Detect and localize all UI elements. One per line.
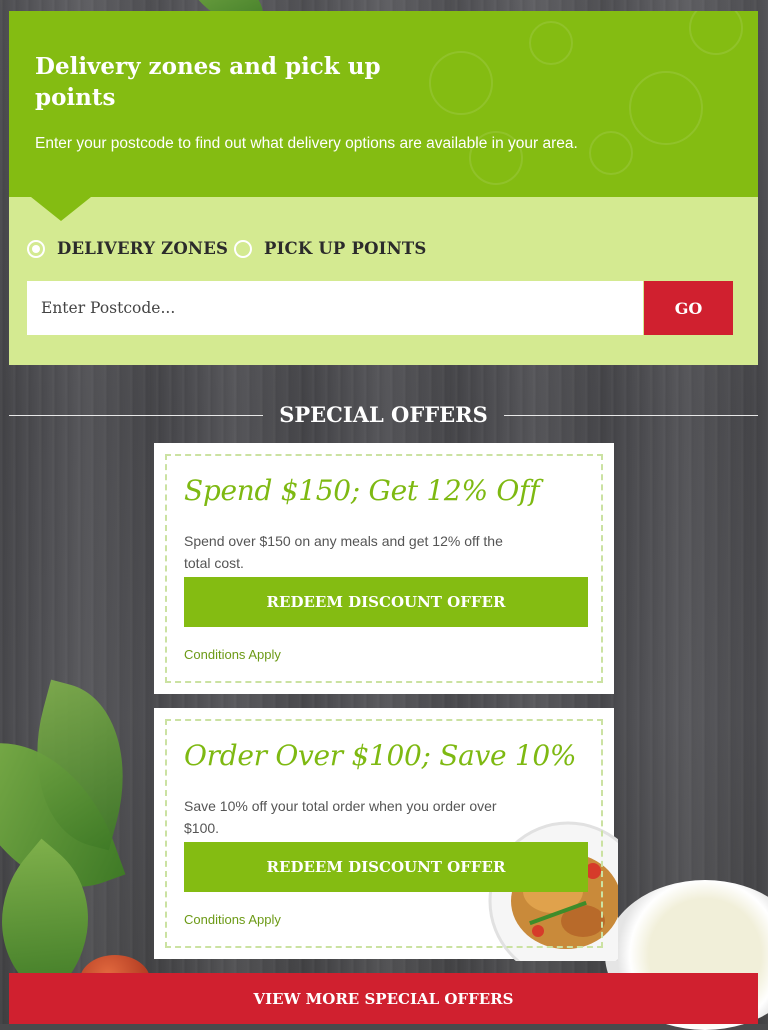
conditions-apply-link[interactable]: Conditions Apply xyxy=(184,912,281,927)
delivery-zones-panel: Delivery zones and pick up points Enter … xyxy=(9,11,758,365)
pick-up-points-option[interactable]: PICK UP POINTS xyxy=(234,239,426,258)
heading-divider-right xyxy=(504,415,758,416)
redeem-offer-button[interactable]: REDEEM DISCOUNT OFFER xyxy=(184,842,588,892)
offer-description: Save 10% off your total order when you o… xyxy=(184,798,497,836)
food-doodle-pattern xyxy=(689,11,743,55)
delivery-zones-description: Enter your postcode to find out what del… xyxy=(35,135,578,152)
pick-up-points-radio[interactable] xyxy=(234,239,252,258)
redeem-offer-button[interactable]: REDEEM DISCOUNT OFFER xyxy=(184,577,588,627)
go-button[interactable]: GO xyxy=(644,281,733,335)
offer-card: Order Over $100; Save 10% Save 10% off y… xyxy=(154,708,618,961)
food-doodle-pattern xyxy=(529,21,573,65)
conditions-apply-link[interactable]: Conditions Apply xyxy=(184,647,281,662)
special-offers-heading: SPECIAL OFFERS xyxy=(9,402,758,432)
view-more-offers-button[interactable]: VIEW MORE SPECIAL OFFERS xyxy=(9,973,758,1024)
delivery-zones-title: Delivery zones and pick up points xyxy=(35,53,381,111)
food-doodle-pattern xyxy=(629,71,703,145)
header-pointer xyxy=(31,197,91,221)
delivery-zones-option[interactable]: DELIVERY ZONES xyxy=(27,239,228,258)
delivery-zones-label[interactable]: DELIVERY ZONES xyxy=(57,239,228,258)
delivery-zones-header: Delivery zones and pick up points Enter … xyxy=(9,11,758,197)
offer-card: Spend $150; Get 12% Off Spend over $150 … xyxy=(154,443,614,694)
postcode-input[interactable] xyxy=(27,281,643,335)
offer-title: Order Over $100; Save 10% xyxy=(184,739,577,772)
offer-title: Spend $150; Get 12% Off xyxy=(184,474,540,507)
food-doodle-pattern xyxy=(429,51,493,115)
pick-up-points-label[interactable]: PICK UP POINTS xyxy=(264,239,426,258)
offer-card-border: Order Over $100; Save 10% Save 10% off y… xyxy=(165,719,603,948)
delivery-zones-radio[interactable] xyxy=(27,239,45,258)
offer-card-border: Spend $150; Get 12% Off Spend over $150 … xyxy=(165,454,603,683)
offer-description: Spend over $150 on any meals and get 12%… xyxy=(184,533,503,571)
